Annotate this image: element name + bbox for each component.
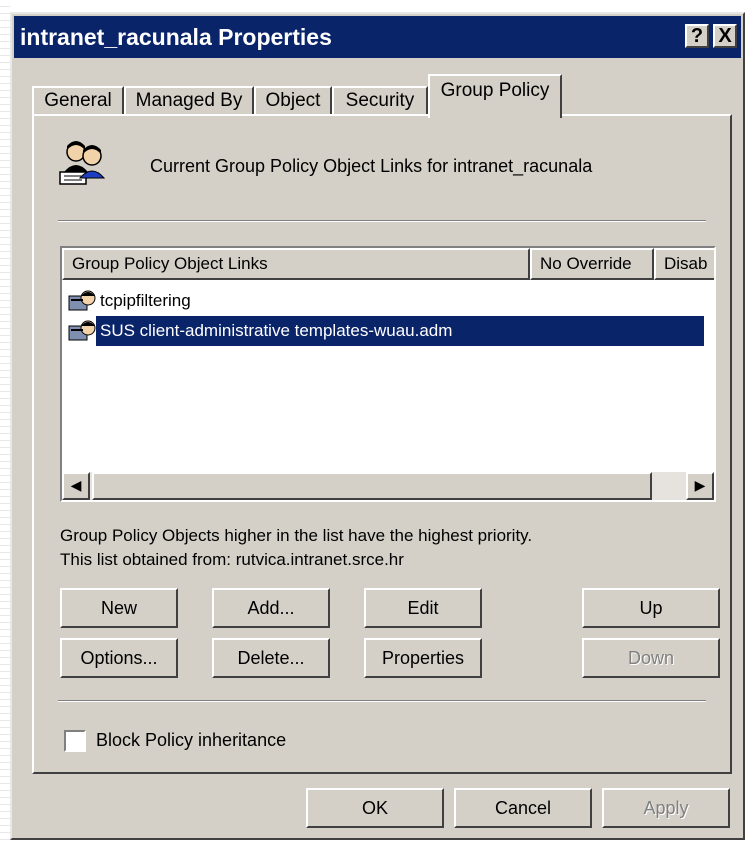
properties-button[interactable]: Properties bbox=[364, 638, 482, 678]
group-policy-panel: Current Group Policy Object Links for in… bbox=[32, 114, 732, 774]
list-item[interactable]: tcpipfiltering bbox=[62, 286, 714, 316]
list-item-label: SUS client-administrative templates-wuau… bbox=[96, 316, 704, 346]
group-policy-users-icon bbox=[59, 141, 106, 185]
separator bbox=[58, 700, 706, 702]
scrollbar-thumb[interactable] bbox=[92, 472, 652, 500]
tab-managed-by[interactable]: Managed By bbox=[124, 86, 254, 116]
list-item-label: tcpipfiltering bbox=[100, 291, 191, 310]
up-button[interactable]: Up bbox=[582, 588, 720, 628]
list-header: Group Policy Object Links No Override Di… bbox=[62, 248, 714, 280]
block-inheritance-label: Block Policy inheritance bbox=[96, 730, 287, 750]
title-bar: intranet_racunala Properties ? X bbox=[14, 16, 741, 58]
priority-note: Group Policy Objects higher in the list … bbox=[60, 526, 533, 545]
block-inheritance-checkbox[interactable] bbox=[64, 730, 86, 752]
properties-dialog: intranet_racunala Properties ? X General… bbox=[10, 12, 745, 840]
source-note: This list obtained from: rutvica.intrane… bbox=[60, 550, 404, 569]
options-button[interactable]: Options... bbox=[60, 638, 178, 678]
column-header-links[interactable]: Group Policy Object Links bbox=[62, 248, 530, 280]
tab-security[interactable]: Security bbox=[332, 86, 428, 116]
horizontal-scrollbar[interactable]: ◀ ▶ bbox=[62, 472, 714, 500]
delete-button[interactable]: Delete... bbox=[212, 638, 330, 678]
new-button[interactable]: New bbox=[60, 588, 178, 628]
edit-button[interactable]: Edit bbox=[364, 588, 482, 628]
background-strip bbox=[0, 0, 10, 842]
tab-object[interactable]: Object bbox=[254, 86, 332, 116]
ok-button[interactable]: OK bbox=[306, 788, 444, 828]
cancel-button[interactable]: Cancel bbox=[454, 788, 592, 828]
help-button[interactable]: ? bbox=[685, 24, 709, 48]
gpo-link-icon bbox=[68, 290, 96, 311]
tab-group-policy[interactable]: Group Policy bbox=[428, 74, 562, 118]
separator bbox=[58, 220, 706, 222]
close-button[interactable]: X bbox=[713, 24, 737, 48]
window-title: intranet_racunala Properties bbox=[20, 24, 332, 50]
down-button[interactable]: Down bbox=[582, 638, 720, 678]
scroll-right-button[interactable]: ▶ bbox=[686, 472, 714, 500]
gpo-link-icon bbox=[68, 320, 96, 341]
column-header-no-override[interactable]: No Override bbox=[530, 248, 654, 280]
tab-general[interactable]: General bbox=[32, 86, 124, 116]
list-item-selected[interactable]: SUS client-administrative templates-wuau… bbox=[62, 316, 714, 346]
column-header-disabled[interactable]: Disab bbox=[654, 248, 714, 280]
gpo-links-list[interactable]: Group Policy Object Links No Override Di… bbox=[60, 246, 716, 502]
header-text: Current Group Policy Object Links for in… bbox=[150, 156, 593, 176]
scroll-left-button[interactable]: ◀ bbox=[62, 472, 90, 500]
add-button[interactable]: Add... bbox=[212, 588, 330, 628]
apply-button[interactable]: Apply bbox=[602, 788, 730, 828]
